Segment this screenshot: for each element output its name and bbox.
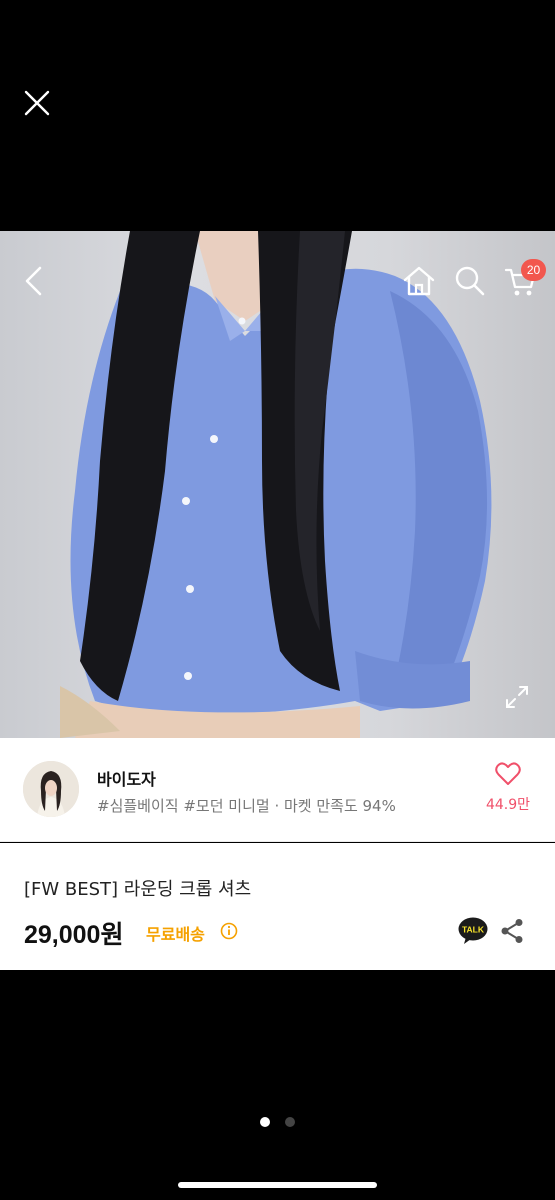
search-button[interactable] [453,264,487,298]
page-indicator [0,1112,555,1131]
chevron-left-icon [25,266,42,296]
home-button[interactable] [401,264,437,298]
avatar-image [23,761,79,817]
like-count: 44.9만 [485,797,531,813]
seller-name[interactable]: 바이도자 [97,766,156,790]
info-icon [220,922,238,940]
close-button[interactable] [20,86,54,120]
share-icon [501,919,523,943]
cart-count-badge: 20 [521,259,546,281]
product-title: [FW BEST] 라운딩 크롭 셔츠 [24,879,252,900]
photo-nav-bar: 20 [0,231,555,331]
kakao-talk-button[interactable]: TALK [458,917,488,945]
heart-icon [495,762,521,785]
svg-text:TALK: TALK [462,925,485,935]
product-info: [FW BEST] 라운딩 크롭 셔츠 29,000원 무료배송 TALK [0,843,555,970]
product-price: 29,000원 [24,921,124,949]
shipping-badge: 무료배송 [146,925,205,944]
seller-tags: #심플베이직 #모던 미니멀 · 마켓 만족도 94% [97,797,396,815]
page-dot-active[interactable] [259,1117,270,1127]
page-dot[interactable] [285,1117,296,1127]
home-indicator[interactable] [178,1182,377,1188]
seller-card[interactable]: 바이도자 #심플베이직 #모던 미니멀 · 마켓 만족도 94% 44.9만 [0,738,555,842]
kakaotalk-icon: TALK [458,917,488,944]
back-button[interactable] [18,263,50,299]
expand-button[interactable] [503,683,531,711]
search-icon [455,266,485,296]
shipping-info-button[interactable] [220,922,238,940]
like-button[interactable]: 44.9만 [483,762,533,826]
share-button[interactable] [500,918,524,944]
close-icon [24,90,50,116]
product-image[interactable]: 20 [0,231,555,738]
seller-avatar[interactable] [23,761,79,817]
expand-icon [506,686,528,708]
home-icon [403,266,435,296]
